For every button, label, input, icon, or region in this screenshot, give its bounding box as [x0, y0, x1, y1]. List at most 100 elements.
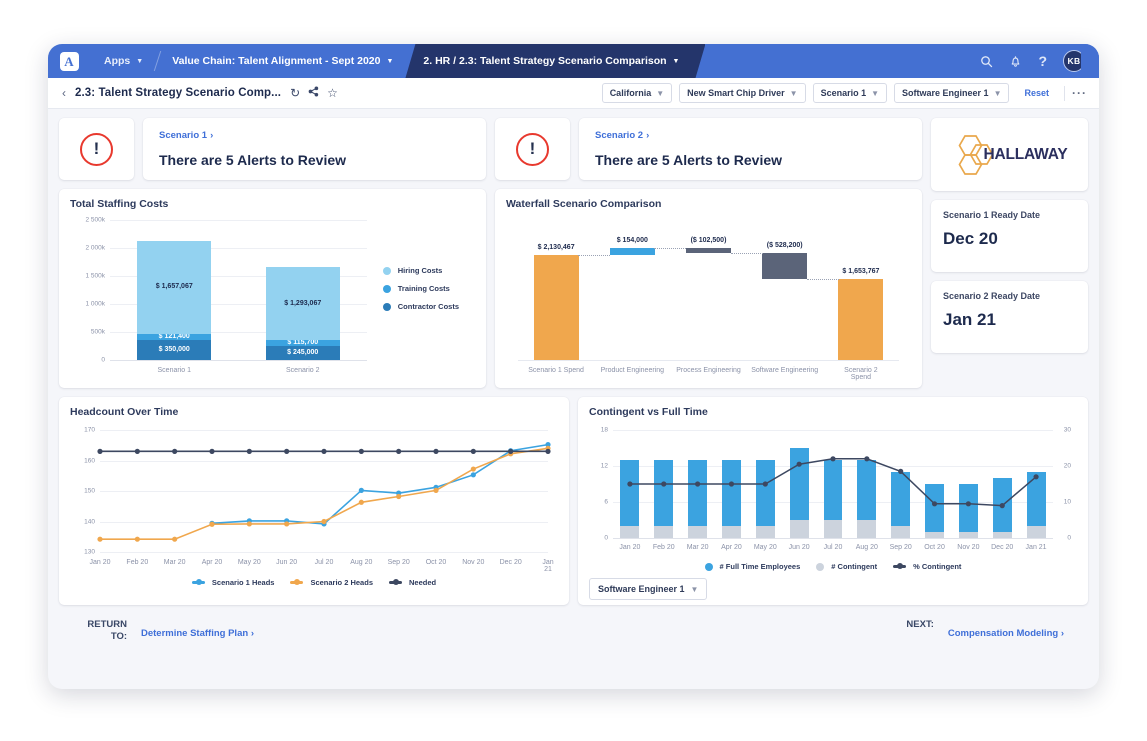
filter-driver[interactable]: New Smart Chip Driver ▼ [679, 83, 805, 103]
legend-item: # Full Time Employees [705, 562, 801, 571]
bar-value-label: $ 245,000 [287, 349, 318, 356]
more-options-button[interactable]: ··· [1072, 86, 1087, 100]
legend-item: # Contingent [816, 562, 877, 571]
search-icon[interactable] [980, 55, 993, 68]
back-button[interactable]: ‹ [58, 86, 75, 100]
active-page-tab[interactable]: 2. HR / 2.3: Talent Strategy Scenario Co… [405, 44, 705, 78]
legend-label: % Contingent [913, 562, 961, 571]
axis-line [518, 360, 899, 361]
chevron-down-icon: ▼ [136, 58, 143, 65]
legend-item: Hiring Costs [383, 266, 459, 275]
x-axis-tick: Scenario 2 [286, 367, 319, 374]
side-column: HALLAWAY Scenario 1 Ready Date Dec 20 Sc… [931, 118, 1088, 388]
chevron-down-icon: ▼ [386, 58, 393, 65]
y-axis-tick: 2 500k [85, 217, 105, 224]
legend-swatch [705, 563, 713, 571]
filter-role[interactable]: Software Engineer 1 ▼ [894, 83, 1009, 103]
bar-value-label: $ 1,657,067 [156, 283, 193, 290]
refresh-icon[interactable]: ↻ [290, 86, 300, 100]
dashboard-content: ! Scenario 1 › There are 5 Alerts to Rev… [48, 109, 1099, 643]
x-axis-tick: Process Engineering [676, 367, 741, 374]
contingent-vs-fulltime-card: Contingent vs Full Time 0612180102030Jan… [578, 397, 1088, 605]
workspace-tab[interactable]: Value Chain: Talent Alignment - Sept 202… [158, 44, 407, 78]
legend-item: Scenario 2 Heads [290, 578, 373, 587]
connector-line [807, 279, 839, 280]
kpi-value: Dec 20 [943, 229, 1076, 249]
app-logo[interactable]: A [48, 44, 90, 78]
axis-line [110, 360, 367, 361]
bell-icon[interactable] [1009, 55, 1022, 68]
legend-label: # Full Time Employees [720, 562, 801, 571]
legend-item: Training Costs [383, 284, 459, 293]
kpi-value: Jan 21 [943, 310, 1076, 330]
legend-item: Scenario 1 Heads [192, 578, 275, 587]
waterfall-bar [534, 255, 579, 360]
alert-scenario-link-1[interactable]: Scenario 1 › [159, 130, 470, 141]
headcount-legend: Scenario 1 Heads Scenario 2 Heads Needed [70, 578, 558, 587]
filter-scenario[interactable]: Scenario 1 ▼ [813, 83, 887, 103]
workspace-tab-label: Value Chain: Talent Alignment - Sept 202… [172, 55, 380, 67]
alert-icon: ! [80, 133, 113, 166]
bar-value-label: $ 121,400 [159, 333, 190, 340]
legend-item: Needed [389, 578, 436, 587]
next-link[interactable]: Compensation Modeling › [948, 628, 1064, 639]
chevron-right-icon: › [646, 130, 649, 141]
app-window: A Apps ▼ Value Chain: Talent Alignment -… [48, 44, 1099, 689]
chevron-down-icon: ▼ [871, 89, 879, 98]
filter-scenario-label: Scenario 1 [821, 88, 867, 98]
legend-label: Hiring Costs [398, 266, 443, 275]
return-to-link[interactable]: Determine Staffing Plan › [141, 628, 254, 639]
bar-value-label: ($ 528,200) [767, 242, 803, 249]
contingent-role-filter[interactable]: Software Engineer 1 ▼ [589, 578, 707, 600]
contingent-legend: # Full Time Employees # Contingent % Conti… [589, 562, 1077, 571]
active-page-tab-label: 2. HR / 2.3: Talent Strategy Scenario Co… [423, 55, 666, 67]
x-axis-tick: Scenario 1 Spend [528, 367, 584, 374]
reset-button[interactable]: Reset [1016, 88, 1057, 98]
x-axis-tick: Product Engineering [601, 367, 664, 374]
waterfall-bar [838, 279, 883, 360]
legend-line-swatch [290, 581, 303, 584]
waterfall-bar [610, 248, 655, 256]
connector-line [578, 255, 610, 256]
brand-name: HALLAWAY [984, 146, 1068, 164]
alert-card-1[interactable]: Scenario 1 › There are 5 Alerts to Revie… [143, 118, 486, 180]
alerts-row: ! Scenario 1 › There are 5 Alerts to Rev… [59, 118, 922, 180]
contingent-percent-line [589, 422, 1077, 558]
legend-label: # Contingent [831, 562, 877, 571]
staffing-plot-area: 0500k1 000k1 500k2 000k2 500k$ 350,000$ … [70, 214, 475, 382]
chevron-down-icon: ▼ [691, 585, 699, 594]
chevron-right-icon: › [251, 628, 254, 639]
legend-label: Scenario 1 Heads [212, 578, 275, 587]
y-axis-tick: 500k [91, 329, 105, 336]
bar-value-label: ($ 102,500) [691, 237, 727, 244]
chevron-down-icon: ▼ [656, 89, 664, 98]
y-axis-tick: 0 [101, 357, 105, 364]
divider [1064, 86, 1065, 101]
legend-label: Training Costs [398, 284, 450, 293]
x-axis-tick: Scenario 1 [158, 367, 191, 374]
alert-scenario-label: Scenario 2 [595, 130, 643, 141]
kpi-label: Scenario 1 Ready Date [943, 210, 1076, 220]
alert-scenario-link-2[interactable]: Scenario 2 › [595, 130, 906, 141]
share-icon[interactable] [308, 86, 319, 100]
gridline [110, 220, 367, 221]
chart-title-staffing: Total Staffing Costs [70, 198, 475, 210]
headcount-lines [70, 422, 558, 574]
apps-menu[interactable]: Apps ▼ [90, 44, 157, 78]
apps-menu-label: Apps [104, 55, 130, 67]
legend-label: Needed [409, 578, 436, 587]
filter-region[interactable]: California ▼ [602, 83, 672, 103]
return-to-link-label: Determine Staffing Plan [141, 628, 248, 639]
legend-item: Contractor Costs [383, 302, 459, 311]
help-icon[interactable]: ? [1038, 53, 1047, 69]
page-title-actions: ↻ ☆ [290, 86, 338, 100]
favorite-star-icon[interactable]: ☆ [327, 86, 338, 100]
chevron-right-icon: › [1061, 628, 1064, 639]
alert-card-2[interactable]: Scenario 2 › There are 5 Alerts to Revie… [579, 118, 922, 180]
bar-value-label: $ 1,653,767 [842, 268, 879, 275]
next-group: NEXT: Compensation Modeling › [906, 619, 1064, 639]
page-header-bar: ‹ 2.3: Talent Strategy Scenario Comp... … [48, 78, 1099, 109]
alert-icon-card-1: ! [59, 118, 134, 180]
contingent-role-filter-label: Software Engineer 1 [598, 584, 685, 594]
y-axis-tick: 1 500k [85, 273, 105, 280]
